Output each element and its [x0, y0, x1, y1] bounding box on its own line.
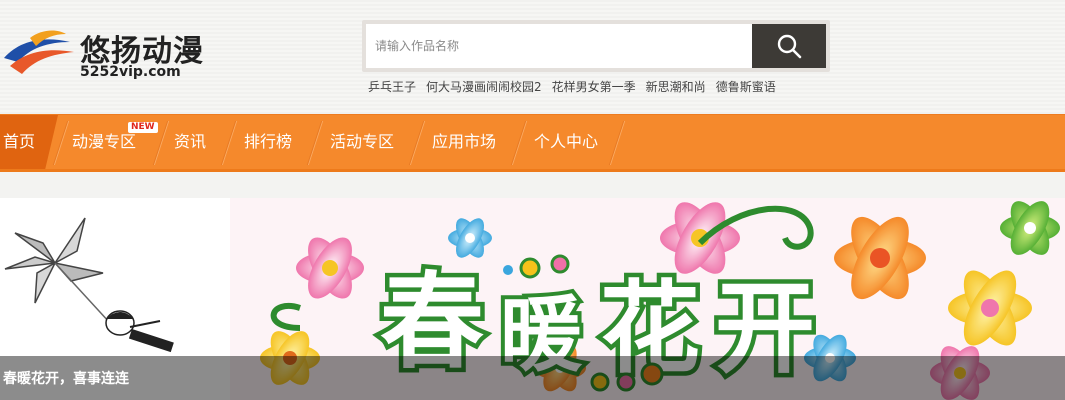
nav-item-app-market[interactable]: 应用市场: [432, 115, 496, 169]
hot-search-words: 乒乓王子 何大马漫画闹闹校园2 花样男女第一季 新思潮和尚 德鲁斯蜜语: [368, 78, 776, 96]
main-nav: 首页 动漫专区 NEW 资讯 排行榜 活动专区 应用市场 个人中心: [0, 114, 1065, 172]
banner-caption: 春暖花开，喜事连连: [3, 371, 129, 387]
hot-word-link[interactable]: 花样男女第一季: [552, 78, 636, 96]
new-badge: NEW: [128, 122, 158, 133]
site-logo[interactable]: 悠扬动漫 5252vip.com: [0, 22, 230, 84]
search-icon: [777, 34, 802, 59]
nav-divider: [52, 121, 69, 165]
nav-item-home[interactable]: 首页: [3, 115, 35, 169]
nav-item-user-center[interactable]: 个人中心: [534, 115, 598, 169]
hot-word-link[interactable]: 何大马漫画闹闹校园2: [426, 78, 542, 96]
nav-item-news[interactable]: 资讯: [174, 115, 206, 169]
search-button[interactable]: [752, 24, 826, 68]
nav-item-events[interactable]: 活动专区: [330, 115, 394, 169]
banner-caption-bar: 春暖花开，喜事连连: [0, 356, 1065, 400]
hot-word-link[interactable]: 乒乓王子: [368, 78, 416, 96]
search-box: [362, 20, 830, 72]
search-input[interactable]: [366, 24, 752, 68]
nav-divider: [306, 121, 323, 165]
logo-swoosh-icon: [4, 30, 74, 74]
nav-divider: [220, 121, 237, 165]
nav-divider: [408, 121, 425, 165]
banner-slide[interactable]: 春 暖 花 开 春暖花开，喜事连连: [0, 198, 1065, 400]
logo-domain: 5252vip.com: [80, 64, 181, 80]
nav-divider: [510, 121, 527, 165]
hot-word-link[interactable]: 新思潮和尚: [646, 78, 706, 96]
nav-item-anime-zone[interactable]: 动漫专区: [72, 115, 136, 169]
site-header: 悠扬动漫 5252vip.com 乒乓王子 何大马漫画闹闹校园2 花样男女第一季…: [0, 0, 1065, 114]
hot-word-link[interactable]: 德鲁斯蜜语: [716, 78, 776, 96]
nav-divider: [608, 121, 625, 165]
nav-item-ranking[interactable]: 排行榜: [244, 115, 292, 169]
